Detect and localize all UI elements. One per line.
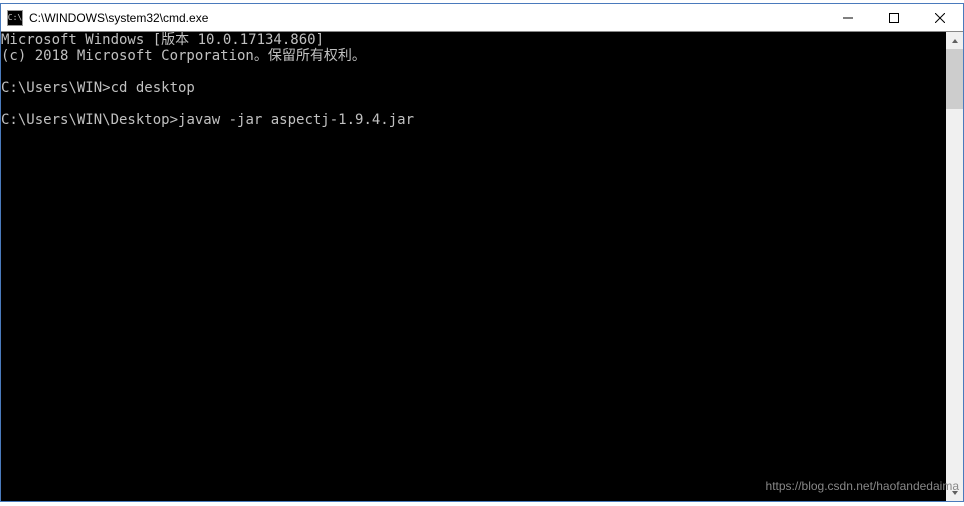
titlebar: C:\ C:\WINDOWS\system32\cmd.exe: [1, 4, 963, 32]
close-button[interactable]: [917, 4, 963, 31]
cmd-window: C:\ C:\WINDOWS\system32\cmd.exe Microsof…: [0, 3, 964, 502]
scroll-thumb[interactable]: [946, 49, 963, 109]
cmd-icon: C:\: [7, 10, 23, 26]
command-text: javaw -jar aspectj-1.9.4.jar: [178, 112, 414, 128]
scroll-up-button[interactable]: [946, 32, 963, 49]
window-controls: [825, 4, 963, 31]
window-title: C:\WINDOWS\system32\cmd.exe: [29, 11, 825, 25]
maximize-button[interactable]: [871, 4, 917, 31]
terminal-output[interactable]: Microsoft Windows [版本 10.0.17134.860](c)…: [1, 32, 946, 501]
scroll-down-button[interactable]: [946, 484, 963, 501]
command-text: cd desktop: [111, 80, 195, 96]
prompt: C:\Users\WIN>: [1, 80, 111, 96]
vertical-scrollbar[interactable]: [946, 32, 963, 501]
minimize-button[interactable]: [825, 4, 871, 31]
prompt: C:\Users\WIN\Desktop>: [1, 112, 178, 128]
blank-line: [1, 96, 946, 112]
output-line: Microsoft Windows [版本 10.0.17134.860]: [1, 32, 946, 48]
output-line: (c) 2018 Microsoft Corporation。保留所有权利。: [1, 48, 946, 64]
command-line: C:\Users\WIN>cd desktop: [1, 80, 946, 96]
blank-line: [1, 64, 946, 80]
command-line: C:\Users\WIN\Desktop>javaw -jar aspectj-…: [1, 112, 946, 128]
terminal-area: Microsoft Windows [版本 10.0.17134.860](c)…: [1, 32, 963, 501]
